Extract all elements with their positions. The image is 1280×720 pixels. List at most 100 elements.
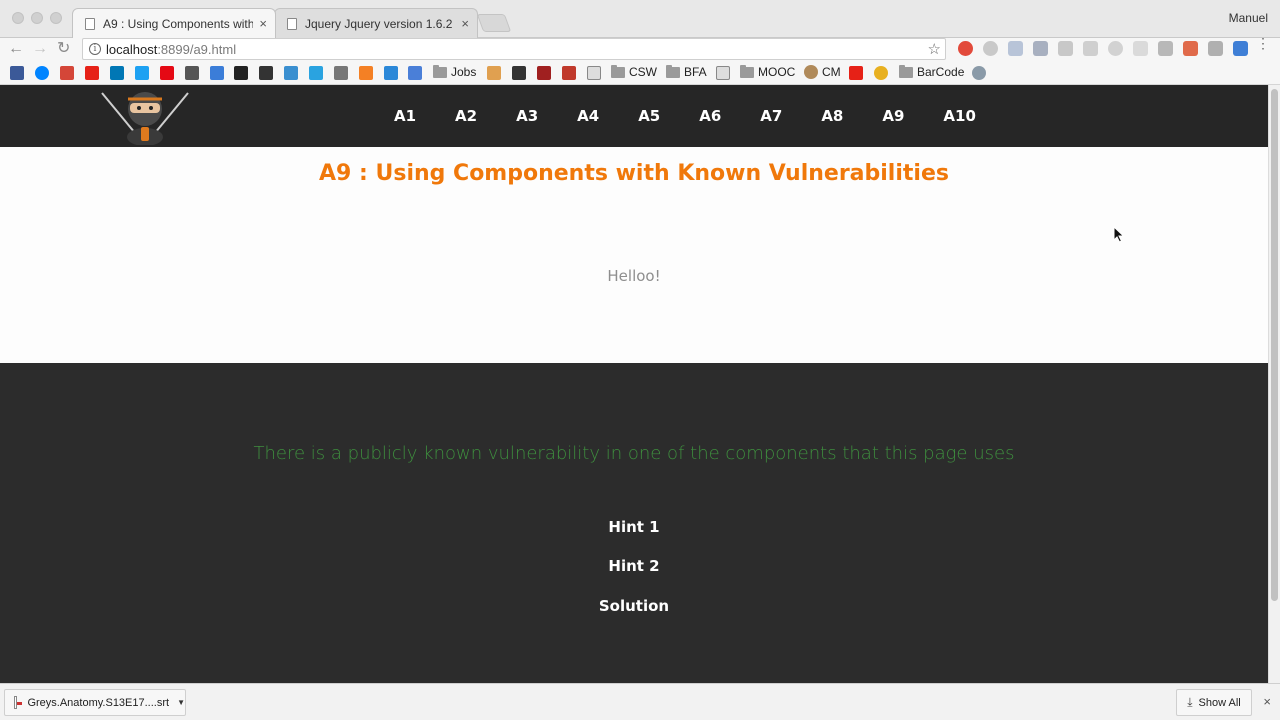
eyedropper-extension-icon[interactable]	[1033, 41, 1048, 56]
site-header: A1 A2 A3 A4 A5 A6 A7 A8 A9 A10	[0, 85, 1268, 147]
page-bookmark-icon[interactable]	[587, 66, 601, 80]
extension-icon[interactable]	[1083, 41, 1098, 56]
page-favicon-icon	[85, 17, 95, 30]
bookmark-label: BFA	[684, 65, 707, 79]
tab-close-icon[interactable]: ×	[461, 16, 469, 31]
browser-menu-icon[interactable]: ⋮	[1256, 36, 1270, 50]
page-scrollbar[interactable]	[1268, 85, 1280, 683]
page-favicon-icon	[287, 17, 297, 30]
bookmark-icon[interactable]	[234, 66, 248, 80]
extension-icon[interactable]	[1133, 41, 1148, 56]
nav-link-a8[interactable]: A8	[821, 107, 843, 125]
site-info-icon[interactable]: i	[89, 43, 101, 55]
bookmark-star-icon[interactable]: ☆	[928, 40, 941, 58]
bookmark-icon[interactable]	[284, 66, 298, 80]
m-extension-icon[interactable]	[1233, 41, 1248, 56]
bookmark-icon[interactable]	[512, 66, 526, 80]
folder-icon	[740, 64, 754, 78]
forward-arrow-icon[interactable]: →	[32, 40, 48, 58]
vulnerability-description: There is a publicly known vulnerability …	[253, 443, 1015, 464]
close-icon[interactable]: ×	[1263, 694, 1271, 709]
bookmark-folder-barcode[interactable]: BarCode	[899, 64, 964, 79]
gmail-bookmark-icon[interactable]	[60, 66, 74, 80]
youtube-bookmark-icon[interactable]	[849, 66, 863, 80]
url-host: localhost	[106, 42, 158, 57]
bookmark-icon[interactable]	[259, 66, 273, 80]
address-bar[interactable]: i localhost:8899/a9.html ☆	[82, 38, 946, 60]
bookmark-folder-bfa[interactable]: BFA	[666, 64, 707, 79]
facebook-bookmark-icon[interactable]	[10, 66, 24, 80]
bookmark-folder-jobs[interactable]: Jobs	[433, 64, 477, 79]
url-text[interactable]: localhost:8899/a9.html	[106, 42, 236, 57]
cm-bookmark-icon	[804, 65, 818, 79]
nav-link-a1[interactable]: A1	[394, 107, 416, 125]
bookmark-icon[interactable]	[537, 66, 551, 80]
bookmark-icon[interactable]	[874, 66, 888, 80]
bookmark-label: Jobs	[451, 65, 477, 79]
bookmark-icon[interactable]	[562, 66, 576, 80]
extension-icon[interactable]	[1108, 41, 1123, 56]
bookmarks-bar: Jobs CSW BFA MOOC CM BarCode	[0, 61, 1280, 85]
page-title: A9 : Using Components with Known Vulnera…	[319, 161, 949, 186]
scrollbar-thumb[interactable]	[1271, 89, 1278, 601]
new-tab-button[interactable]	[476, 14, 512, 32]
nav-link-a9[interactable]: A9	[882, 107, 904, 125]
nav-link-a3[interactable]: A3	[516, 107, 538, 125]
camera-extension-icon[interactable]	[1058, 41, 1073, 56]
linkedin-bookmark-icon[interactable]	[110, 66, 124, 80]
bookmark-icon[interactable]	[210, 66, 224, 80]
twitter-bookmark-icon[interactable]	[135, 66, 149, 80]
ninja-logo-icon[interactable]	[100, 87, 190, 145]
profile-name[interactable]: Manuel	[1229, 11, 1268, 25]
nav-link-a10[interactable]: A10	[943, 107, 975, 125]
download-shelf: Greys.Anatomy.S13E17....srt ▼ ⤓ Show All…	[0, 683, 1280, 720]
nav-link-a4[interactable]: A4	[577, 107, 599, 125]
nav-link-a2[interactable]: A2	[455, 107, 477, 125]
nav-link-a7[interactable]: A7	[760, 107, 782, 125]
download-item[interactable]: Greys.Anatomy.S13E17....srt ▼	[4, 689, 186, 716]
calendar-bookmark-icon[interactable]	[408, 66, 422, 80]
folder-icon	[666, 64, 680, 78]
page-bookmark-icon[interactable]	[716, 66, 730, 80]
solution-toggle[interactable]: Solution	[0, 597, 1268, 615]
browser-tab-jquery[interactable]: Jquery Jquery version 1.6.2 : ×	[274, 8, 478, 38]
show-all-button[interactable]: ⤓ Show All	[1176, 689, 1252, 716]
download-file-name: Greys.Anatomy.S13E17....srt	[27, 696, 170, 709]
back-arrow-icon[interactable]: ←	[8, 40, 24, 58]
window-zoom-control[interactable]	[50, 12, 62, 24]
extension-icon[interactable]	[1008, 41, 1023, 56]
nav-link-a6[interactable]: A6	[699, 107, 721, 125]
hint-2-toggle[interactable]: Hint 2	[0, 557, 1268, 575]
bookmark-icon[interactable]	[309, 66, 323, 80]
hint-1-toggle[interactable]: Hint 1	[0, 518, 1268, 536]
nav-link-a5[interactable]: A5	[638, 107, 660, 125]
mail-bookmark-icon[interactable]	[487, 66, 501, 80]
youtube-bookmark-icon[interactable]	[85, 66, 99, 80]
chevron-down-icon[interactable]: ▼	[177, 698, 185, 707]
bookmark-folder-csw[interactable]: CSW	[611, 64, 657, 79]
tab-title: Jquery Jquery version 1.6.2 :	[305, 16, 456, 31]
challenge-section: There is a publicly known vulnerability …	[0, 363, 1268, 683]
bookmark-icon[interactable]	[384, 66, 398, 80]
messenger-bookmark-icon[interactable]	[35, 66, 49, 80]
cast-icon[interactable]	[1158, 41, 1173, 56]
bookmark-icon[interactable]	[972, 66, 986, 80]
browser-tab-a9[interactable]: A9 : Using Components with K ×	[72, 8, 276, 38]
bookmark-folder-mooc[interactable]: MOOC	[740, 64, 795, 79]
tab-close-icon[interactable]: ×	[259, 16, 267, 31]
folder-icon	[433, 64, 447, 78]
reload-icon[interactable]: ↻	[57, 40, 70, 58]
bookmark-cm[interactable]: CM	[804, 65, 841, 79]
netflix-bookmark-icon[interactable]	[160, 66, 174, 80]
extension-icon[interactable]	[983, 41, 998, 56]
cors-extension-icon[interactable]	[1183, 41, 1198, 56]
window-minimize-control[interactable]	[31, 12, 43, 24]
bookmark-icon[interactable]	[359, 66, 373, 80]
bookmark-icon[interactable]	[185, 66, 199, 80]
opera-extension-icon[interactable]	[958, 41, 973, 56]
angular-extension-icon[interactable]	[1208, 41, 1223, 56]
greeting-text: Helloo!	[607, 267, 661, 285]
reddit-bookmark-icon[interactable]	[334, 66, 348, 80]
window-close-control[interactable]	[12, 12, 24, 24]
folder-icon	[899, 64, 913, 78]
